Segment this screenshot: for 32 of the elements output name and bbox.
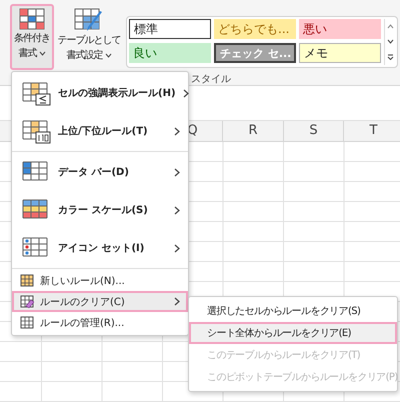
format-table-icon: [74, 8, 104, 32]
menu-item[interactable]: シート全体からルールをクリア(E): [189, 322, 397, 344]
column-header[interactable]: R: [222, 121, 283, 141]
cell-style-option[interactable]: 標準: [129, 19, 211, 39]
highlight-rules-icon: [22, 80, 51, 106]
cell-style-option[interactable]: 悪い: [299, 19, 381, 39]
cell-style-option[interactable]: どちらでも...: [214, 19, 296, 39]
eraser-icon: [20, 295, 34, 308]
chevron-down-icon: [386, 39, 394, 44]
new-rule-icon: [20, 274, 34, 287]
format-as-table-button[interactable]: テーブルとして 書式設定: [57, 4, 121, 70]
cell-style-option[interactable]: メモ: [299, 43, 381, 63]
caret-icon: [104, 53, 112, 58]
expand-icon: [386, 54, 394, 60]
menu-item[interactable]: 新しいルール(N)...: [12, 270, 188, 291]
menu-item[interactable]: 選択したセルからルールをクリア(S): [189, 300, 397, 322]
menu-item[interactable]: ルールのクリア(C): [12, 291, 188, 312]
manage-rules-icon: [20, 316, 34, 329]
cell-style-option[interactable]: 良い: [129, 43, 211, 63]
menu-item[interactable]: アイコン セット(I): [12, 229, 188, 267]
top-bottom-rules-icon: [22, 118, 51, 144]
menu-item[interactable]: データ バー(D): [12, 153, 188, 191]
menu-item[interactable]: ルールの管理(R)...: [12, 312, 188, 333]
column-header[interactable]: S: [283, 121, 343, 141]
conditional-format-icon: [19, 8, 45, 30]
menu-item[interactable]: カラー スケール(S): [12, 191, 188, 229]
caret-icon: [38, 51, 46, 56]
group-label: スタイル: [191, 73, 231, 86]
conditional-format-button[interactable]: 条件付き 書式: [10, 4, 54, 70]
chevron-up-icon: [386, 24, 394, 30]
column-header[interactable]: T: [343, 121, 400, 141]
menu-item[interactable]: セルの強調表示ルール(H): [12, 74, 188, 112]
